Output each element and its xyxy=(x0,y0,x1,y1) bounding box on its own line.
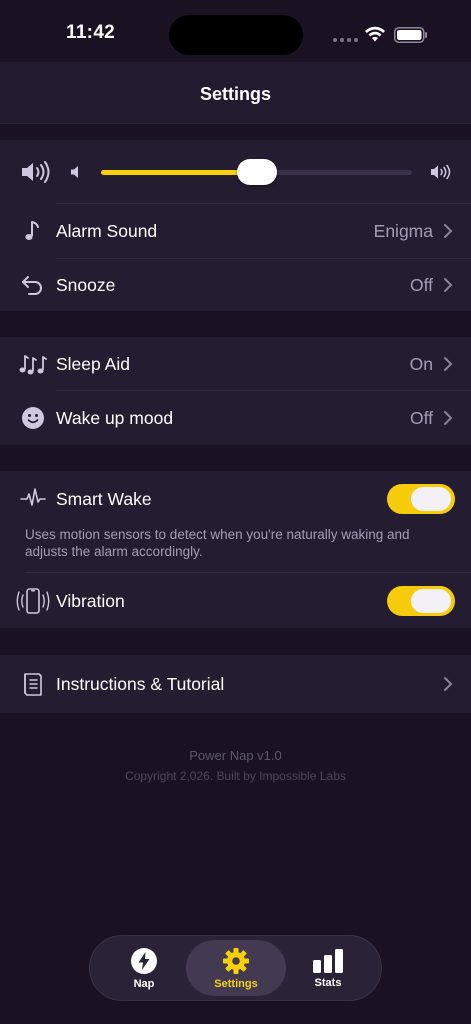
snooze-row[interactable]: Snooze Off xyxy=(0,258,471,312)
volume-low-icon xyxy=(71,166,78,178)
document-icon xyxy=(24,673,42,696)
tab-nap-label: Nap xyxy=(133,977,155,990)
tab-stats-label: Stats xyxy=(314,976,342,989)
chevron-right-icon xyxy=(444,357,453,371)
bolt-icon xyxy=(131,947,157,974)
smiley-face-icon xyxy=(22,407,44,429)
volume-slider-thumb[interactable] xyxy=(236,159,277,185)
wake-mood-label: Wake up mood xyxy=(56,408,174,428)
undo-arrow-icon xyxy=(22,276,42,295)
gear-icon xyxy=(223,947,249,974)
nav-header: Settings xyxy=(0,62,471,124)
wifi-icon xyxy=(365,26,385,42)
tab-stats[interactable]: Stats xyxy=(278,940,378,996)
sleep-aid-row[interactable]: Sleep Aid On xyxy=(0,337,471,391)
chevron-right-icon xyxy=(444,224,453,238)
dynamic-island xyxy=(169,15,303,55)
wake-mood-row[interactable]: Wake up mood Off xyxy=(0,391,471,445)
instructions-label: Instructions & Tutorial xyxy=(56,674,225,694)
battery-icon xyxy=(394,27,427,43)
toggle-knob xyxy=(411,589,451,613)
instructions-section: Instructions & Tutorial xyxy=(0,655,471,713)
alarm-sound-row[interactable]: Alarm Sound Enigma xyxy=(0,204,471,258)
alarm-sound-value: Enigma xyxy=(373,221,433,241)
smart-wake-label: Smart Wake xyxy=(56,489,152,509)
vibration-toggle[interactable] xyxy=(387,586,455,616)
divider xyxy=(25,572,471,573)
signal-icon xyxy=(333,38,358,42)
phone-vibrate-icon xyxy=(16,588,50,614)
music-notes-icon xyxy=(19,355,47,375)
status-time: 11:42 xyxy=(66,22,116,43)
volume-slider-fill xyxy=(101,170,257,175)
smart-wake-row: Smart Wake xyxy=(0,471,471,527)
tab-settings[interactable]: Settings xyxy=(186,940,286,996)
vibration-label: Vibration xyxy=(56,591,125,611)
wake-mood-value: Off xyxy=(409,408,433,428)
volume-high-icon xyxy=(431,164,451,180)
tab-settings-label: Settings xyxy=(214,977,258,990)
alarm-sound-label: Alarm Sound xyxy=(56,221,158,241)
waveform-icon xyxy=(20,488,46,506)
vibration-row: Vibration xyxy=(0,574,471,628)
toggle-knob xyxy=(411,487,451,511)
snooze-value: Off xyxy=(409,275,433,295)
page-title: Settings xyxy=(199,84,271,104)
sleep-aid-value: On xyxy=(409,354,433,374)
sound-section: Alarm Sound Enigma Snooze Off xyxy=(0,140,471,311)
chevron-right-icon xyxy=(444,411,453,425)
chevron-right-icon xyxy=(444,677,453,691)
chevron-right-icon xyxy=(444,278,453,292)
copyright-text: Copyright 2,026. Built by Impossible Lab… xyxy=(125,769,346,783)
smart-wake-toggle[interactable] xyxy=(387,484,455,514)
tab-bar: Nap Settings Stats xyxy=(89,935,382,1001)
instructions-row[interactable]: Instructions & Tutorial xyxy=(0,657,471,711)
version-text: Power Nap v1.0 xyxy=(189,748,282,763)
bar-chart-icon xyxy=(313,948,343,973)
sleep-aid-label: Sleep Aid xyxy=(56,354,130,374)
snooze-label: Snooze xyxy=(56,275,116,295)
tab-nap[interactable]: Nap xyxy=(94,940,194,996)
speaker-volume-icon xyxy=(22,161,50,183)
sleep-section: Sleep Aid On Wake up mood Off xyxy=(0,337,471,445)
music-note-icon xyxy=(25,221,39,240)
smart-wake-description: Uses motion sensors to detect when you'r… xyxy=(25,527,410,559)
